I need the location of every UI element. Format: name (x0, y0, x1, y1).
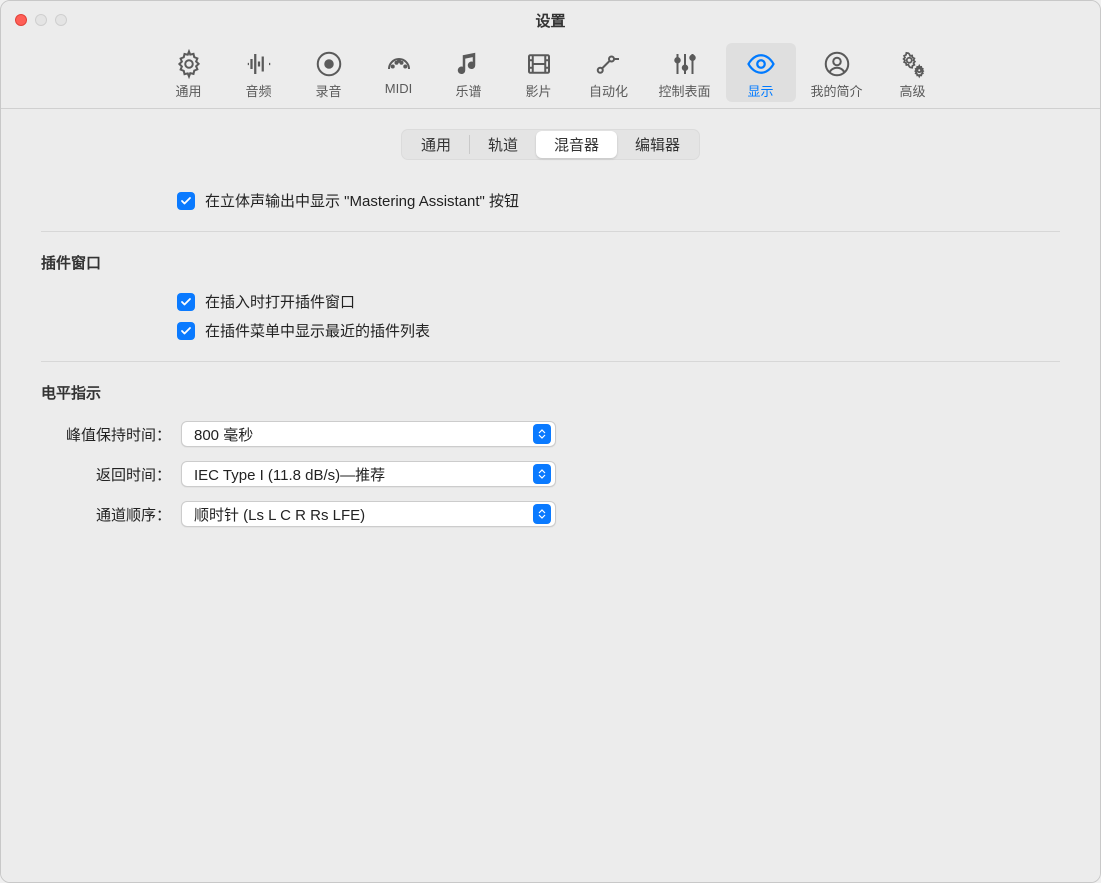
divider (41, 361, 1060, 362)
channel-order-value: 顺时针 (Ls L C R Rs LFE) (194, 504, 533, 525)
zoom-window-button[interactable] (55, 14, 67, 26)
toolbar-control-surfaces[interactable]: 控制表面 (644, 43, 726, 102)
peak-hold-time-select[interactable]: 800 毫秒 (181, 421, 556, 447)
toolbar-general-label: 通用 (175, 81, 201, 100)
tab-general[interactable]: 通用 (403, 131, 469, 158)
section-plugin-window-header: 插件窗口 (41, 252, 1060, 273)
toolbar-audio-label: 音频 (245, 81, 271, 100)
toolbar-general[interactable]: 通用 (154, 43, 224, 102)
close-window-button[interactable] (15, 14, 27, 26)
preferences-toolbar: 通用 音频 录音 MIDI 乐谱 (1, 39, 1100, 109)
toolbar-midi[interactable]: MIDI (364, 43, 434, 102)
toolbar-display[interactable]: 显示 (726, 43, 796, 102)
toolbar-score[interactable]: 乐谱 (434, 43, 504, 102)
peak-hold-time-label: 峰值保持时间： (41, 424, 171, 445)
minimize-window-button[interactable] (35, 14, 47, 26)
toolbar-display-label: 显示 (747, 81, 773, 100)
divider (41, 231, 1060, 232)
music-note-icon (454, 47, 484, 81)
select-arrows-icon (533, 424, 551, 444)
select-arrows-icon (533, 464, 551, 484)
traffic-lights (15, 14, 67, 26)
midi-icon (384, 47, 414, 81)
channel-order-label: 通道顺序： (41, 504, 171, 525)
toolbar-movie[interactable]: 影片 (504, 43, 574, 102)
checkbox-mastering-assistant[interactable] (177, 192, 195, 210)
toolbar-advanced[interactable]: 高级 (878, 43, 948, 102)
record-icon (314, 47, 344, 81)
tab-editors[interactable]: 编辑器 (617, 131, 698, 158)
titlebar: 设置 (1, 1, 1100, 39)
checkbox-mastering-assistant-label: 在立体声输出中显示 "Mastering Assistant" 按钮 (205, 190, 519, 211)
return-time-label: 返回时间： (41, 464, 171, 485)
checkbox-open-plugin-on-insert[interactable] (177, 293, 195, 311)
section-level-meter-header: 电平指示 (41, 382, 1060, 403)
checkbox-show-recent-plugins[interactable] (177, 322, 195, 340)
automation-icon (594, 47, 624, 81)
checkbox-open-plugin-on-insert-label: 在插入时打开插件窗口 (205, 291, 355, 312)
tab-tracks[interactable]: 轨道 (470, 131, 536, 158)
toolbar-movie-label: 影片 (525, 81, 551, 100)
toolbar-my-info[interactable]: 我的简介 (796, 43, 878, 102)
gear-icon (174, 47, 204, 81)
toolbar-advanced-label: 高级 (899, 81, 925, 100)
channel-order-select[interactable]: 顺时针 (Ls L C R Rs LFE) (181, 501, 556, 527)
display-tabs: 通用 轨道 混音器 编辑器 (401, 129, 700, 160)
window-title: 设置 (15, 10, 1086, 31)
return-time-select[interactable]: IEC Type I (11.8 dB/s)—推荐 (181, 461, 556, 487)
user-icon (822, 47, 852, 81)
peak-hold-time-value: 800 毫秒 (194, 424, 533, 445)
toolbar-automation[interactable]: 自动化 (574, 43, 644, 102)
content-area: 通用 轨道 混音器 编辑器 在立体声输出中显示 "Mastering Assis… (1, 109, 1100, 882)
toolbar-record[interactable]: 录音 (294, 43, 364, 102)
toolbar-midi-label: MIDI (385, 81, 412, 96)
toolbar-score-label: 乐谱 (455, 81, 481, 100)
toolbar-automation-label: 自动化 (589, 81, 628, 100)
waveform-icon (244, 47, 274, 81)
settings-window: 设置 通用 音频 录音 MIDI (0, 0, 1101, 883)
toolbar-audio[interactable]: 音频 (224, 43, 294, 102)
toolbar-my-info-label: 我的简介 (810, 81, 862, 100)
toolbar-record-label: 录音 (315, 81, 341, 100)
eye-icon (746, 47, 776, 81)
return-time-value: IEC Type I (11.8 dB/s)—推荐 (194, 464, 533, 485)
checkbox-show-recent-plugins-label: 在插件菜单中显示最近的插件列表 (205, 320, 430, 341)
gears-icon (898, 47, 928, 81)
film-icon (524, 47, 554, 81)
sliders-icon (670, 47, 700, 81)
select-arrows-icon (533, 504, 551, 524)
toolbar-control-surfaces-label: 控制表面 (658, 81, 710, 100)
tab-mixer[interactable]: 混音器 (536, 131, 617, 158)
